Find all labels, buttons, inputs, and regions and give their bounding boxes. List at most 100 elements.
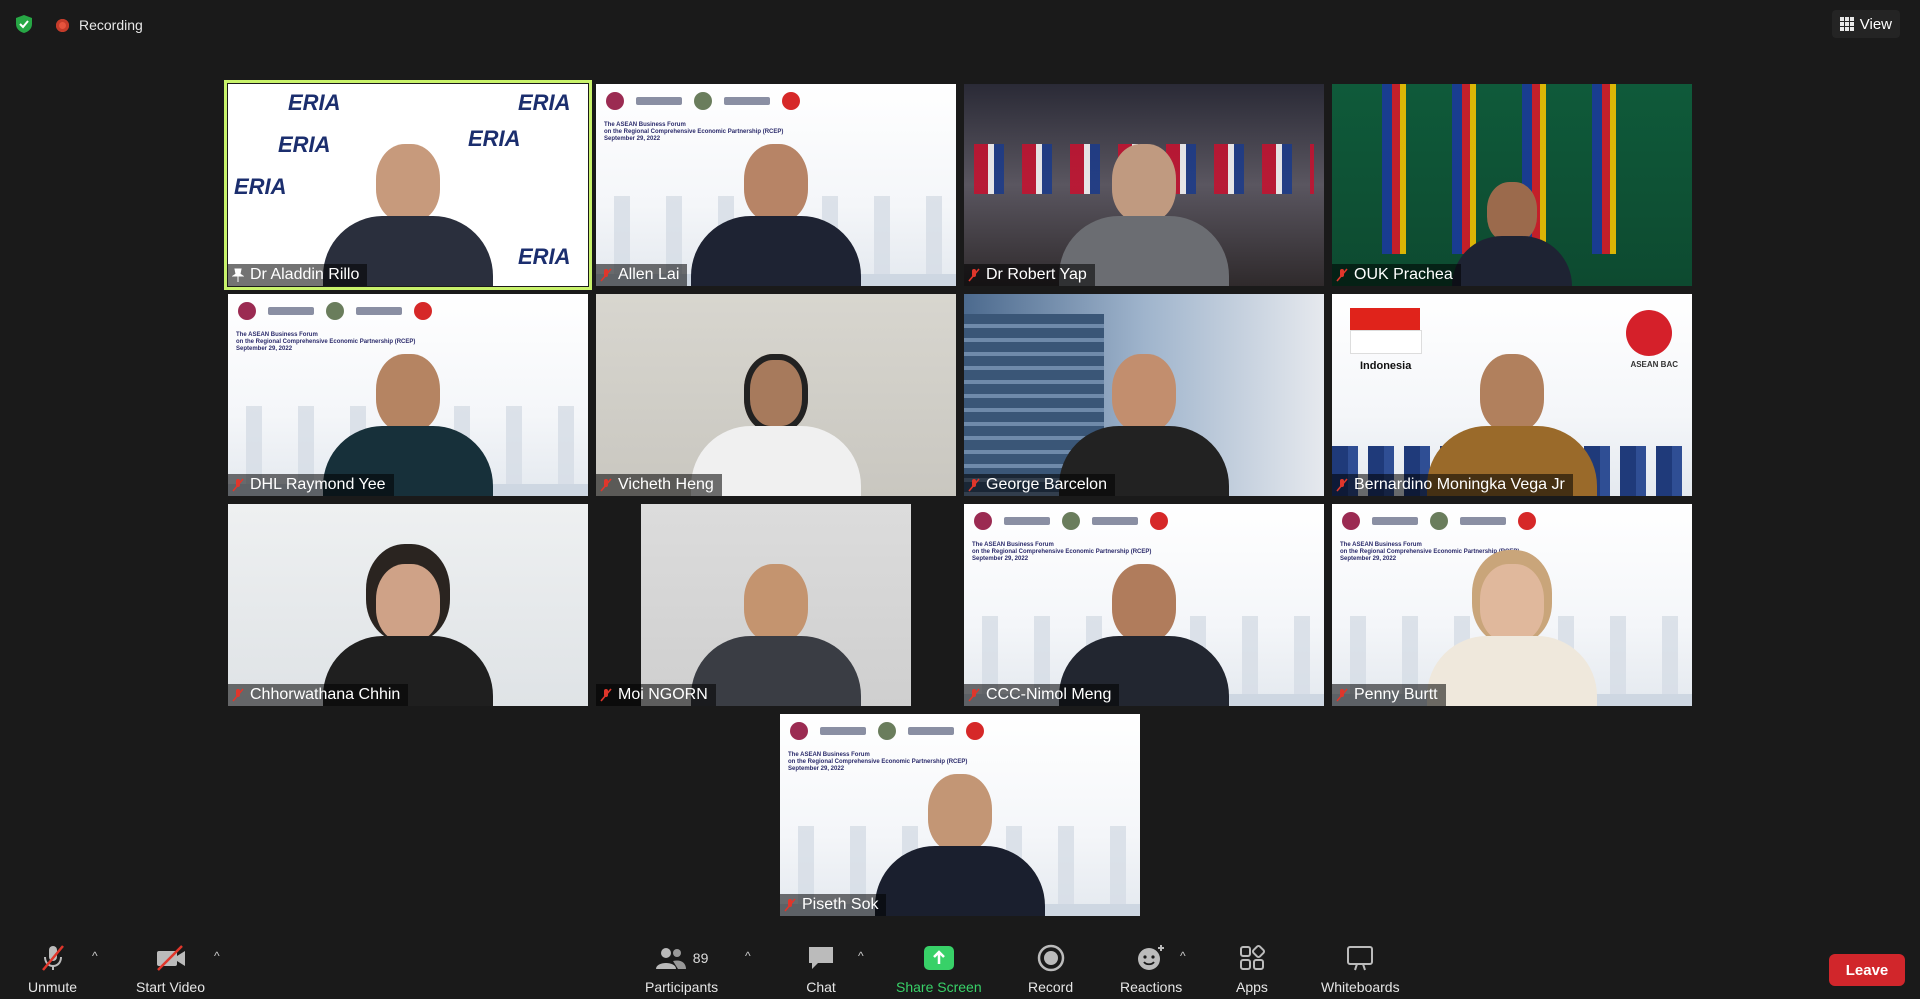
event-logos: [1342, 512, 1536, 530]
participant-video-figure: [1427, 564, 1597, 706]
video-tile-chhorwathana-chhin[interactable]: Chhorwathana Chhin: [228, 504, 588, 706]
record-button[interactable]: Record: [1028, 943, 1073, 995]
reactions-label: Reactions: [1120, 979, 1183, 995]
participant-name: Dr Robert Yap: [986, 266, 1087, 283]
participants-count: 89: [692, 950, 709, 966]
participant-video-figure: [691, 564, 861, 706]
top-bar: Recording View: [0, 0, 1920, 50]
pin-icon: [232, 268, 244, 282]
security-shield-icon[interactable]: [14, 14, 34, 34]
recording-dot-icon: [56, 18, 69, 32]
muted-mic-icon: [968, 478, 980, 492]
unmute-label: Unmute: [28, 979, 78, 995]
muted-mic-icon: [600, 688, 612, 702]
participant-nametag: Penny Burtt: [1332, 684, 1446, 706]
video-options-caret-icon[interactable]: ^: [214, 949, 220, 963]
muted-mic-icon: [968, 688, 980, 702]
participant-nametag: Piseth Sok: [780, 894, 887, 916]
whiteboards-button[interactable]: Whiteboards: [1321, 943, 1400, 995]
unmute-button[interactable]: Unmute: [28, 943, 77, 995]
eria-logo: ERIA: [234, 174, 287, 199]
start-video-label: Start Video: [136, 979, 206, 995]
video-tile-vicheth-heng[interactable]: Vicheth Heng: [596, 294, 956, 496]
participant-nametag: CCC-Nimol Meng: [964, 684, 1120, 706]
video-tile-piseth-sok[interactable]: The ASEAN Business Forum on the Regional …: [780, 714, 1140, 916]
forum-banner-text: The ASEAN Business Forum on the Regional …: [972, 542, 1152, 562]
whiteboards-label: Whiteboards: [1321, 979, 1400, 995]
participant-video-figure: [1452, 182, 1572, 286]
recording-indicator[interactable]: Recording: [56, 17, 143, 33]
video-tile-moi-ngorn[interactable]: Moi NGORN: [596, 504, 956, 706]
participant-nametag: OUK Prachea: [1332, 264, 1461, 286]
participant-nametag: Dr Aladdin Rillo: [228, 264, 368, 286]
muted-microphone-icon: [41, 945, 64, 971]
apps-label: Apps: [1236, 979, 1268, 995]
video-tile-nimol-meng[interactable]: The ASEAN Business Forum on the Regional …: [964, 504, 1324, 706]
eria-logo: ERIA: [518, 244, 571, 269]
reactions-options-caret-icon[interactable]: ^: [1180, 949, 1186, 963]
participant-nametag: Moi NGORN: [596, 684, 716, 706]
chat-bubble-icon: [809, 947, 833, 969]
eria-logo: ERIA: [288, 90, 341, 115]
indonesia-flag-top: [1350, 308, 1420, 330]
participant-nametag: George Barcelon: [964, 474, 1115, 496]
video-tile-allen-lai[interactable]: The ASEAN Business Forum on the Regional …: [596, 84, 956, 286]
event-logos: [238, 302, 432, 320]
participant-video-figure: [875, 774, 1045, 916]
participants-options-caret-icon[interactable]: ^: [745, 949, 751, 963]
video-tile-george-barcelon[interactable]: George Barcelon: [964, 294, 1324, 496]
participant-name: George Barcelon: [986, 476, 1107, 493]
muted-mic-icon: [1336, 478, 1348, 492]
chat-button[interactable]: Chat: [806, 943, 836, 995]
share-screen-label: Share Screen: [896, 979, 982, 995]
chat-options-caret-icon[interactable]: ^: [858, 949, 864, 963]
participant-name: Penny Burtt: [1354, 686, 1438, 703]
reactions-button[interactable]: Reactions: [1120, 943, 1182, 995]
event-logos: [974, 512, 1168, 530]
participant-name: Bernardino Moningka Vega Jr: [1354, 476, 1565, 493]
video-tile-penny-burtt[interactable]: The ASEAN Business Forum on the Regional …: [1332, 504, 1692, 706]
participant-name: Dr Aladdin Rillo: [250, 266, 360, 283]
participant-name: Chhorwathana Chhin: [250, 686, 401, 703]
video-tile-robert-yap[interactable]: Dr Robert Yap: [964, 84, 1324, 286]
muted-mic-icon: [784, 898, 796, 912]
asean-logo: [1626, 310, 1672, 356]
indonesia-flag-bottom: [1350, 330, 1422, 354]
participant-name: Moi NGORN: [618, 686, 708, 703]
participant-nametag: Allen Lai: [596, 264, 688, 286]
indonesia-label: Indonesia: [1360, 360, 1412, 372]
muted-mic-icon: [968, 268, 980, 282]
chat-label: Chat: [806, 979, 836, 995]
muted-mic-icon: [1336, 688, 1348, 702]
view-button[interactable]: View: [1831, 10, 1900, 38]
participant-name: Vicheth Heng: [618, 476, 714, 493]
participants-button[interactable]: 89 Participants: [645, 943, 718, 995]
video-tile-ouk-prachea[interactable]: OUK Prachea: [1332, 84, 1692, 286]
apps-button[interactable]: Apps: [1236, 943, 1268, 995]
participant-name: CCC-Nimol Meng: [986, 686, 1112, 703]
start-video-button[interactable]: Start Video: [136, 943, 205, 995]
participant-name: Allen Lai: [618, 266, 680, 283]
muted-mic-icon: [600, 478, 612, 492]
grid-view-icon: [1839, 17, 1854, 31]
participants-icon: [655, 948, 686, 969]
recording-label: Recording: [79, 17, 143, 33]
video-tile-bernardino-vega[interactable]: Indonesia ASEAN BAC Bernardino Moningka …: [1332, 294, 1692, 496]
participant-name: Piseth Sok: [802, 896, 879, 913]
asean-bac-label: ASEAN BAC: [1630, 360, 1678, 369]
muted-mic-icon: [232, 688, 244, 702]
video-tile-raymond-yee[interactable]: The ASEAN Business Forum on the Regional …: [228, 294, 588, 496]
event-logos: [606, 92, 800, 110]
participant-nametag: Vicheth Heng: [596, 474, 722, 496]
video-tile-aladdin-rillo[interactable]: ERIA ERIA ERIA ERIA ERIA ERIA Dr Aladdin…: [224, 80, 592, 290]
share-screen-button[interactable]: Share Screen: [896, 943, 982, 995]
meeting-toolbar: Unmute ^ Start Video ^ 89 Participants ^: [0, 927, 1920, 999]
muted-mic-icon: [600, 268, 612, 282]
participant-nametag: Bernardino Moningka Vega Jr: [1332, 474, 1573, 496]
audio-options-caret-icon[interactable]: ^: [92, 949, 98, 963]
record-icon: [1037, 944, 1064, 972]
leave-button[interactable]: Leave: [1829, 954, 1905, 986]
forum-banner-text: The ASEAN Business Forum on the Regional …: [788, 752, 968, 772]
muted-mic-icon: [1336, 268, 1348, 282]
participant-video-figure: [691, 144, 861, 286]
